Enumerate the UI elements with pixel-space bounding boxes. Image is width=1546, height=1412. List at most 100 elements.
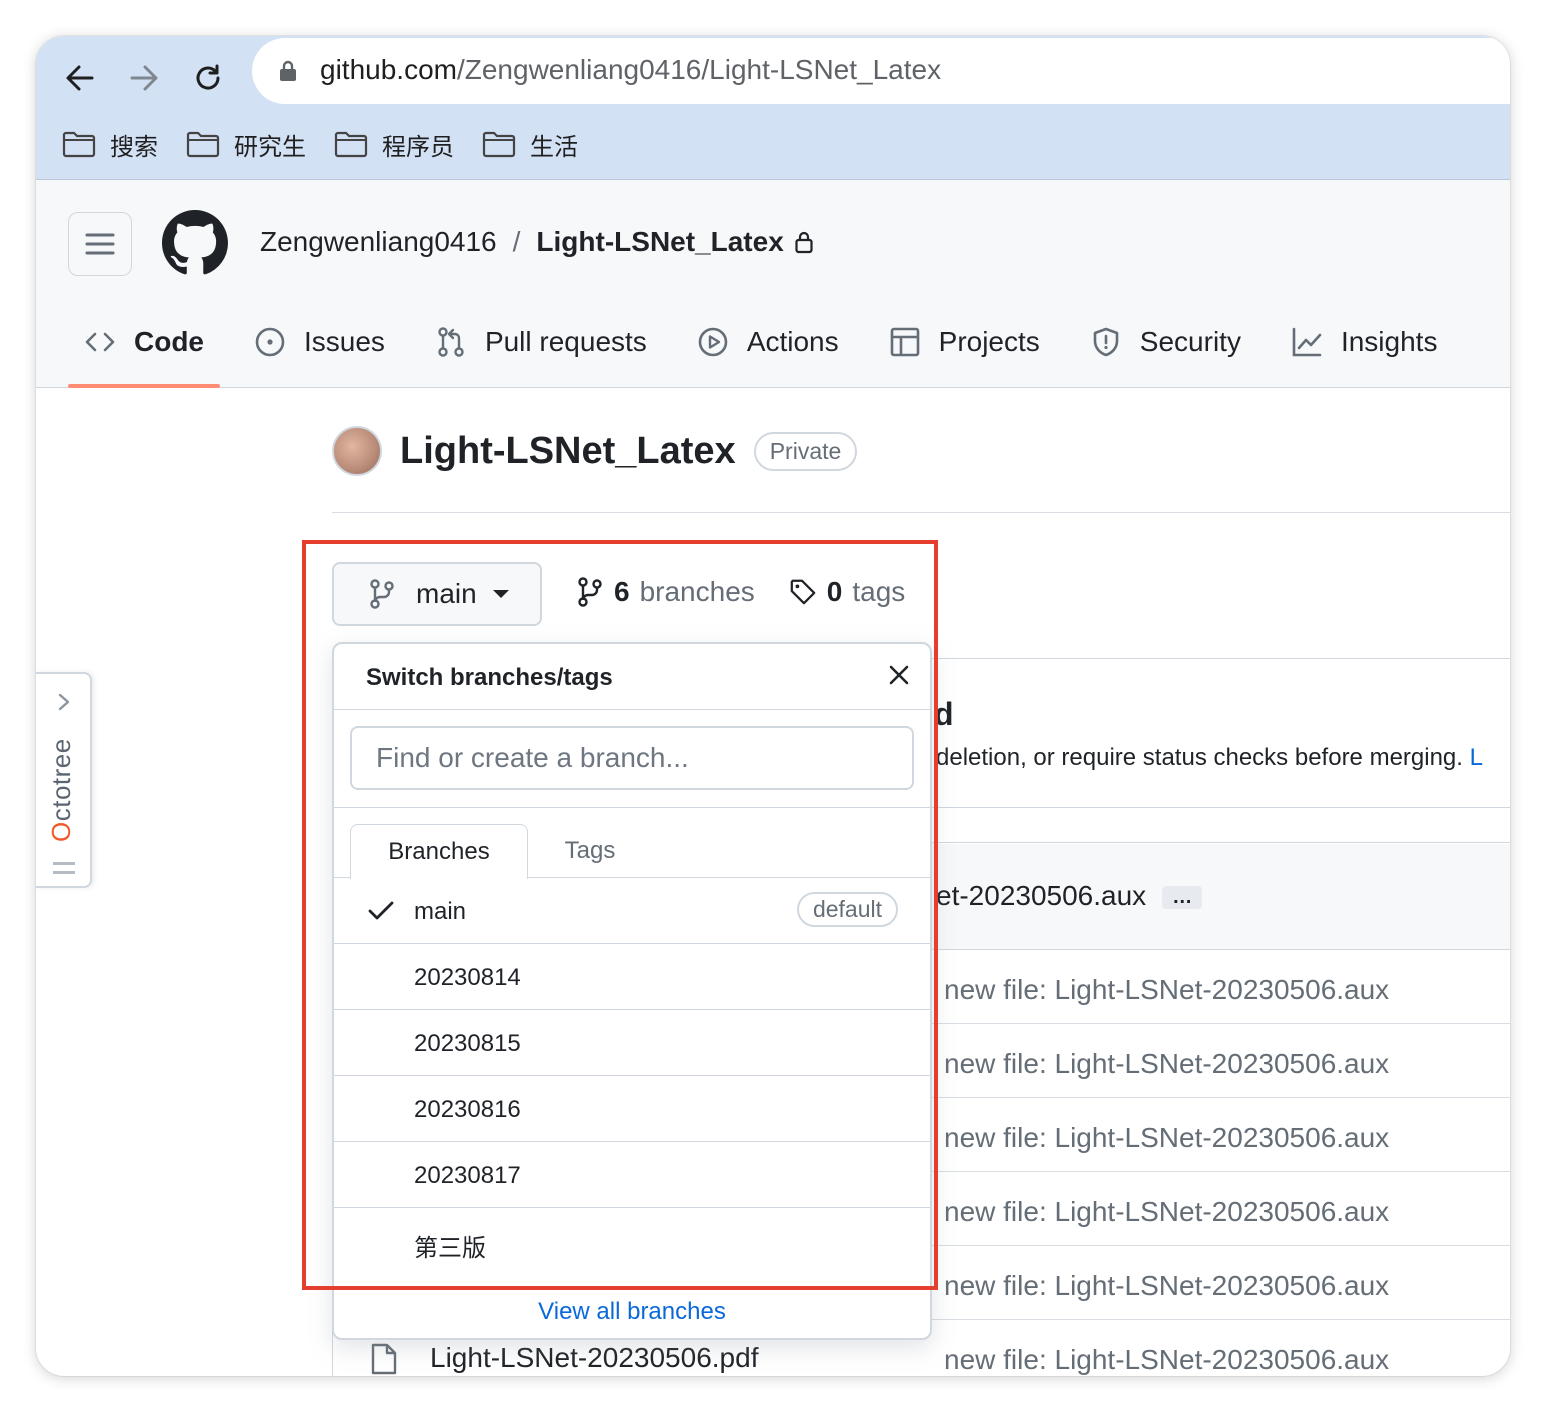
branch-item[interactable]: 20230814 [334, 944, 930, 1010]
bookmark-folder[interactable]: 生活 [482, 127, 578, 162]
menu-button[interactable] [68, 212, 132, 276]
branch-search-input[interactable] [350, 726, 914, 790]
dropdown-search-area [334, 710, 930, 808]
branch-item[interactable]: 第三版 [334, 1208, 930, 1274]
close-icon [889, 665, 909, 685]
reload-icon [196, 64, 220, 90]
tab-insights[interactable]: Insights [1275, 310, 1454, 374]
url-path: /Zengwenliang0416/Light-LSNet_Latex [456, 54, 942, 85]
tab-code[interactable]: Code [68, 310, 220, 388]
repo-title-row: Light-LSNet_Latex Private [332, 426, 858, 476]
divider [332, 512, 1510, 513]
folder-icon [62, 131, 96, 158]
commit-expand-button[interactable]: … [1162, 886, 1203, 910]
chevron-down-icon [492, 590, 509, 598]
close-button[interactable] [884, 660, 914, 690]
tab-issues[interactable]: Issues [238, 310, 401, 374]
branch-name: main [414, 898, 467, 925]
tab-branches[interactable]: Branches [350, 824, 528, 879]
bookmark-folder[interactable]: 研究生 [186, 127, 306, 162]
tab-actions[interactable]: Actions [681, 310, 855, 374]
back-button[interactable] [54, 52, 106, 104]
branch-tag-counts: 6 branches 0 tags [576, 576, 905, 608]
owner-link[interactable]: Zengwenliang0416 [260, 226, 497, 258]
repo-link[interactable]: Light-LSNet_Latex [536, 226, 783, 258]
row-commit-message[interactable]: new file: Light-LSNet-20230506.aux [944, 1270, 1389, 1302]
tags-link[interactable]: tags [852, 576, 905, 608]
file-icon [371, 1343, 397, 1375]
tag-icon [790, 579, 816, 605]
breadcrumb-separator: / [512, 226, 521, 257]
branch-item[interactable]: 20230817 [334, 1142, 930, 1208]
row-commit-message[interactable]: new file: Light-LSNet-20230506.aux [944, 1196, 1389, 1228]
repo-nav-tabs: Code Issues Pull requests Actions Projec… [68, 310, 1471, 388]
forward-button[interactable] [118, 52, 170, 104]
octotree-label: Octotree [46, 738, 77, 842]
tag-count[interactable]: 0 [827, 576, 843, 608]
branch-item[interactable]: 20230815 [334, 1010, 930, 1076]
octotree-sidebar-toggle[interactable]: Octotree [36, 672, 92, 888]
page-title[interactable]: Light-LSNet_Latex [400, 430, 736, 473]
file-name-link[interactable]: Light-LSNet-20230506.pdf [430, 1342, 758, 1374]
git-branch-icon [578, 577, 602, 607]
tab-label: Insights [1340, 326, 1438, 357]
tab-label: Actions [746, 326, 839, 357]
bookmark-label: 程序员 [382, 133, 454, 161]
tab-projects[interactable]: Projects [873, 310, 1056, 374]
lock-icon [280, 60, 296, 81]
lock-icon [795, 231, 813, 254]
github-logo-icon[interactable] [162, 210, 228, 276]
branch-name: 20230814 [414, 964, 521, 991]
commit-title[interactable]: et-20230506.aux [936, 880, 1146, 911]
tab-label: Projects [938, 326, 1040, 357]
branch-name: 20230816 [414, 1096, 521, 1123]
pull-request-icon [438, 327, 464, 357]
branch-protection-notice [916, 658, 1510, 808]
play-icon [698, 327, 728, 357]
folder-icon [482, 131, 516, 158]
tab-tags[interactable]: Tags [530, 824, 650, 878]
git-branch-icon [370, 579, 394, 609]
row-commit-message[interactable]: new file: Light-LSNet-20230506.aux [944, 1122, 1389, 1154]
bookmark-label: 搜索 [110, 133, 158, 161]
address-bar[interactable]: github.com/Zengwenliang0416/Light-LSNet_… [252, 38, 1510, 104]
branch-item-main[interactable]: main default [334, 878, 930, 944]
view-all-branches-link[interactable]: View all branches [334, 1286, 930, 1338]
dropdown-tabs: Branches Tags [334, 808, 930, 879]
folder-icon [186, 131, 220, 158]
branch-item[interactable]: 20230816 [334, 1076, 930, 1142]
row-commit-message[interactable]: new file: Light-LSNet-20230506.aux [944, 1048, 1389, 1080]
tab-label: Pull requests [484, 326, 647, 357]
repo-header: Zengwenliang0416 / Light-LSNet_Latex Cod… [36, 180, 1510, 388]
dropdown-header: Switch branches/tags [334, 644, 930, 710]
bookmark-folder[interactable]: 程序员 [334, 127, 454, 162]
tab-pull-requests[interactable]: Pull requests [419, 310, 663, 374]
notice-message: deletion, or require status checks befor… [936, 744, 1483, 772]
browser-window: github.com/Zengwenliang0416/Light-LSNet_… [36, 36, 1510, 1376]
url-domain: github.com [320, 54, 457, 85]
tab-label: Issues [304, 326, 385, 357]
latest-commit-message[interactable]: et-20230506.aux … [936, 880, 1203, 912]
tab-label: Security [1139, 326, 1241, 357]
tab-security[interactable]: Security [1074, 310, 1257, 374]
chevron-right-icon [58, 693, 70, 711]
bookmark-folder[interactable]: 搜索 [62, 127, 158, 162]
notice-text: deletion, or require status checks befor… [936, 744, 1463, 771]
branch-count[interactable]: 6 [614, 576, 630, 608]
arrow-right-icon [130, 65, 158, 91]
bookmark-label: 生活 [530, 133, 578, 161]
octotree-label-first: O [46, 821, 76, 842]
avatar[interactable] [332, 426, 382, 476]
reload-button[interactable] [182, 52, 234, 104]
row-commit-message[interactable]: new file: Light-LSNet-20230506.aux [944, 974, 1389, 1006]
tab-label: Code [134, 326, 204, 357]
branch-select-button[interactable]: main [332, 562, 542, 626]
row-commit-message[interactable]: new file: Light-LSNet-20230506.aux [944, 1344, 1389, 1376]
notice-link[interactable]: L [1470, 744, 1483, 771]
shield-icon [1093, 327, 1119, 357]
branches-link[interactable]: branches [640, 576, 755, 608]
bookmark-label: 研究生 [234, 133, 306, 161]
drag-handle-icon[interactable] [53, 862, 75, 874]
bookmarks-bar: 搜索 研究生 程序员 生活 [62, 124, 578, 164]
arrow-left-icon [66, 65, 94, 91]
